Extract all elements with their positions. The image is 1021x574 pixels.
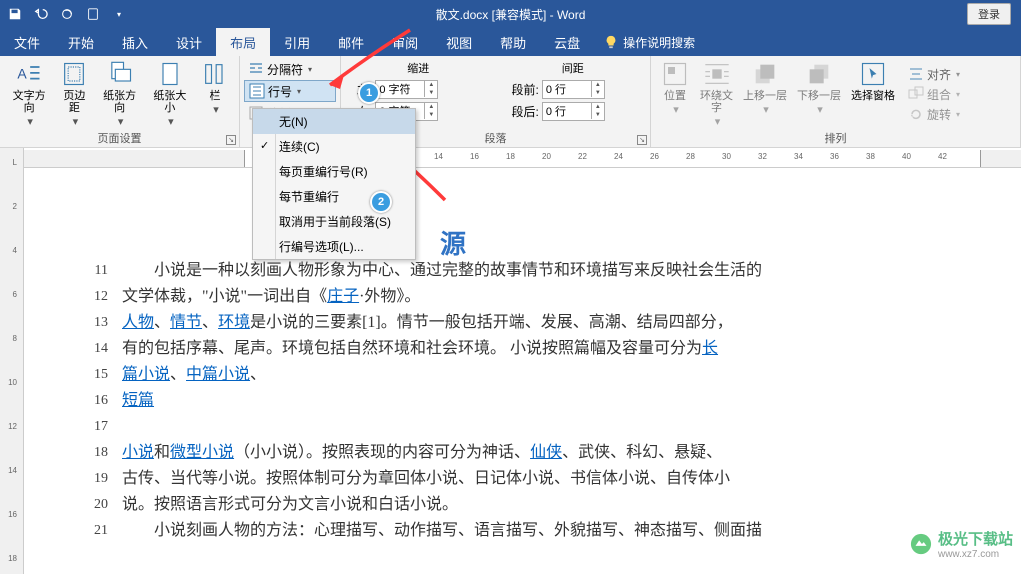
hyperlink[interactable]: 环境 [218, 314, 250, 331]
page-setup-group-label: 页面设置 [0, 130, 239, 146]
tab-开始[interactable]: 开始 [54, 28, 108, 56]
arrange-group-label: 排列 [651, 130, 1020, 146]
selection-pane-button[interactable]: 选择窗格 [846, 58, 900, 130]
line-number: 15 [84, 362, 108, 388]
position-button[interactable]: 位置▾ [655, 58, 695, 130]
hyperlink[interactable]: 微型小说 [170, 444, 234, 461]
hyperlink[interactable]: 情节 [170, 314, 202, 331]
hyperlink[interactable]: 长 [702, 340, 718, 357]
tell-me-search[interactable]: 操作说明搜索 [594, 28, 705, 56]
doc-line: 13人物、情节、环境是小说的三要素[1]。情节一般包括开端、发展、高潮、结局四部… [84, 310, 961, 336]
watermark: 极光下载站www.xz7.com [910, 528, 1013, 560]
tab-帮助[interactable]: 帮助 [486, 28, 540, 56]
horizontal-ruler: 4681012141618202224262830323436384042 [24, 150, 1021, 168]
doc-line: 11小说是一种以刻画人物形象为中心、通过完整的故事情节和环境描写来反映社会生活的 [84, 258, 961, 284]
line-number: 11 [84, 258, 108, 284]
rotate-button[interactable]: 旋转▾ [904, 105, 964, 124]
save-icon[interactable] [6, 5, 24, 23]
undo-icon[interactable] [32, 5, 50, 23]
svg-text:A: A [17, 66, 27, 82]
hyperlink[interactable]: 仙侠 [530, 444, 562, 461]
hyperlink[interactable]: 小说 [122, 444, 154, 461]
hyperlink[interactable]: 短篇 [122, 392, 154, 409]
bring-forward-button[interactable]: 上移一层▾ [738, 58, 792, 130]
line-number: 18 [84, 440, 108, 466]
hyperlink[interactable]: 人物 [122, 314, 154, 331]
vertical-ruler: L24681012141618 [0, 148, 24, 574]
spacing-label: 间距 [506, 58, 641, 78]
line-number: 16 [84, 388, 108, 414]
line-number: 21 [84, 518, 108, 544]
line-number: 13 [84, 310, 108, 336]
qat-dropdown-icon[interactable]: ▾ [110, 5, 128, 23]
text-direction-button[interactable]: A文字方向▾ [4, 58, 54, 130]
redo-icon[interactable] [58, 5, 76, 23]
tab-云盘[interactable]: 云盘 [540, 28, 594, 56]
window-title: 散文.docx [兼容模式] - Word [436, 6, 586, 23]
page-setup-launcher[interactable]: ↘ [226, 135, 236, 145]
login-button[interactable]: 登录 [967, 3, 1011, 25]
line-number: 19 [84, 466, 108, 492]
tab-文件[interactable]: 文件 [0, 28, 54, 56]
align-button[interactable]: 对齐▾ [904, 65, 964, 84]
send-backward-button[interactable]: 下移一层▾ [792, 58, 846, 130]
tab-设计[interactable]: 设计 [162, 28, 216, 56]
margins-button[interactable]: 页边距▾ [54, 58, 94, 130]
callout-2: 2 [370, 191, 392, 213]
touch-mode-icon[interactable] [84, 5, 102, 23]
callout-1: 1 [358, 82, 380, 104]
document-page: 源 11小说是一种以刻画人物形象为中心、通过完整的故事情节和环境描写来反映社会生… [24, 168, 1021, 544]
paragraph-launcher[interactable]: ↘ [637, 135, 647, 145]
dropdown-item-options[interactable]: 行编号选项(L)... [253, 234, 415, 259]
doc-line: 14有的包括序幕、尾声。环境包括自然环境和社会环境。 小说按照篇幅及容量可分为长 [84, 336, 961, 362]
doc-line: 19古传、当代等小说。按照体制可分为章回体小说、日记体小说、书信体小说、自传体小 [84, 466, 961, 492]
hyperlink[interactable]: 庄子 [327, 288, 359, 305]
doc-line: 20说。按照语言形式可分为文言小说和白话小说。 [84, 492, 961, 518]
doc-line: 16 短篇 [84, 388, 961, 414]
line-number: 12 [84, 284, 108, 310]
line-number: 20 [84, 492, 108, 518]
dropdown-item-restart-page[interactable]: 每页重编行号(R) [253, 159, 415, 184]
orientation-button[interactable]: 纸张方向▾ [94, 58, 144, 130]
dropdown-item-none[interactable]: 无(N) [253, 109, 415, 134]
spacing-after-spinner[interactable]: ▲▼ [542, 102, 605, 121]
spacing-before-spinner[interactable]: ▲▼ [542, 80, 605, 99]
tab-视图[interactable]: 视图 [432, 28, 486, 56]
hyperlink[interactable]: 中篇小说 [186, 366, 250, 383]
group-button[interactable]: 组合▾ [904, 85, 964, 104]
doc-line: 18小说和微型小说（小小说）。按照表现的内容可分为神话、仙侠、武侠、科幻、悬疑、 [84, 440, 961, 466]
line-number: 14 [84, 336, 108, 362]
size-button[interactable]: 纸张大小▾ [145, 58, 195, 130]
dropdown-item-suppress[interactable]: 取消用于当前段落(S) [253, 209, 415, 234]
tab-布局[interactable]: 布局 [216, 28, 270, 56]
dropdown-item-continuous[interactable]: ✓连续(C) [253, 134, 415, 159]
doc-line: 21小说刻画人物的方法：心理描写、动作描写、语言描写、外貌描写、神态描写、侧面描 [84, 518, 961, 544]
line-numbers-dropdown: 无(N) ✓连续(C) 每页重编行号(R) 每节重编行 取消用于当前段落(S) … [252, 108, 416, 260]
doc-line: 15篇小说、中篇小说、 [84, 362, 961, 388]
hyperlink[interactable]: 篇小说 [122, 366, 170, 383]
heading-partial: 源 [440, 224, 466, 261]
doc-line: 12文学体裁，"小说"一词出自《庄子·外物》。 [84, 284, 961, 310]
wrap-text-button[interactable]: 环绕文 字▾ [695, 58, 738, 130]
line-number: 17 [84, 414, 108, 440]
tab-插入[interactable]: 插入 [108, 28, 162, 56]
columns-button[interactable]: 栏▾ [195, 58, 235, 130]
doc-line: 17 [84, 414, 961, 440]
